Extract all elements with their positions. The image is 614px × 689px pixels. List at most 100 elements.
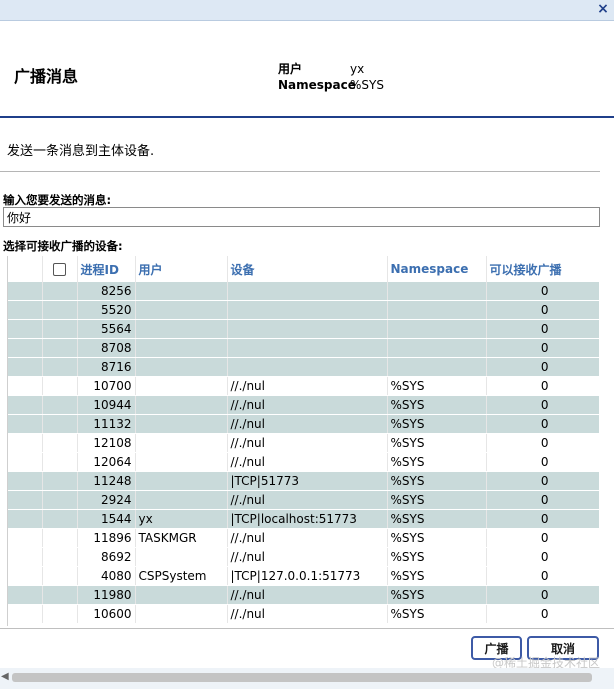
namespace-value: %SYS bbox=[350, 78, 384, 92]
scroll-left-icon[interactable]: ◀ bbox=[1, 671, 9, 682]
device-cell: |TCP|51773 bbox=[227, 471, 388, 491]
table-row[interactable]: 8692 //./nul %SYS 0 bbox=[8, 547, 599, 567]
user-cell bbox=[135, 585, 228, 605]
row-select-cell bbox=[42, 528, 78, 548]
user-cell bbox=[135, 300, 228, 320]
window-titlebar: × bbox=[0, 0, 614, 20]
table-row[interactable]: 12108 //./nul %SYS 0 bbox=[8, 433, 599, 453]
can-receive-cell: 0 bbox=[486, 490, 599, 510]
row-blank-cell bbox=[8, 433, 43, 453]
device-table-container: 进程ID 用户 设备 Namespace 可以接收广播 8256 0 5520 0 55… bbox=[7, 256, 599, 626]
table-row[interactable]: 10944 //./nul %SYS 0 bbox=[8, 395, 599, 415]
column-header-can-receive[interactable]: 可以接收广播 bbox=[486, 256, 599, 282]
table-row[interactable]: 8716 0 bbox=[8, 357, 599, 377]
row-blank-cell bbox=[8, 604, 43, 624]
user-cell bbox=[135, 282, 228, 301]
namespace-cell: %SYS bbox=[387, 528, 487, 548]
row-select-cell bbox=[42, 395, 78, 415]
select-all-checkbox[interactable] bbox=[53, 263, 66, 276]
row-select-cell bbox=[42, 319, 78, 339]
namespace-label: Namespace bbox=[278, 78, 356, 92]
table-row[interactable]: 11896 TASKMGR//./nul %SYS 0 bbox=[8, 528, 599, 548]
header-blank bbox=[8, 256, 43, 282]
column-header-pid[interactable]: 进程ID bbox=[77, 256, 136, 282]
table-row[interactable]: 12064 //./nul %SYS 0 bbox=[8, 452, 599, 472]
device-cell: |TCP|127.0.0.1:51773 bbox=[227, 566, 388, 586]
namespace-cell bbox=[387, 338, 487, 358]
row-blank-cell bbox=[8, 357, 43, 377]
user-cell bbox=[135, 376, 228, 396]
namespace-cell: %SYS bbox=[387, 452, 487, 472]
table-row[interactable]: 4080 CSPSystem |TCP|127.0.0.1:51773 %SYS 0 bbox=[8, 566, 599, 586]
row-select-cell bbox=[42, 490, 78, 510]
table-row[interactable]: 10600 //./nul %SYS 0 bbox=[8, 604, 599, 624]
namespace-cell: %SYS bbox=[387, 509, 487, 529]
column-header-namespace[interactable]: Namespace bbox=[387, 256, 487, 282]
pid-cell: 8716 bbox=[77, 357, 136, 377]
pid-cell: 11248 bbox=[77, 471, 136, 491]
device-cell: |TCP|localhost:51773 bbox=[227, 509, 388, 529]
column-header-user[interactable]: 用户 bbox=[135, 256, 228, 282]
can-receive-cell: 0 bbox=[486, 604, 599, 624]
scrollbar-thumb[interactable] bbox=[12, 673, 592, 682]
row-blank-cell bbox=[8, 566, 43, 586]
row-blank-cell bbox=[8, 282, 43, 301]
namespace-cell: %SYS bbox=[387, 490, 487, 510]
table-row[interactable]: 11980 //./nul %SYS 0 bbox=[8, 585, 599, 605]
row-blank-cell bbox=[8, 414, 43, 434]
device-cell bbox=[227, 282, 388, 301]
horizontal-scrollbar[interactable]: ◀ bbox=[0, 668, 614, 689]
can-receive-cell: 0 bbox=[486, 338, 599, 358]
row-select-cell bbox=[42, 452, 78, 472]
dialog-header: 广播消息 用户 yx Namespace%SYS bbox=[0, 21, 614, 118]
user-label: 用户 bbox=[278, 62, 303, 76]
column-header-device[interactable]: 设备 bbox=[227, 256, 388, 282]
table-row[interactable]: 5520 0 bbox=[8, 300, 599, 320]
pid-cell: 11896 bbox=[77, 528, 136, 548]
namespace-cell: %SYS bbox=[387, 585, 487, 605]
table-row[interactable]: 11248 |TCP|51773 %SYS 0 bbox=[8, 471, 599, 491]
table-row[interactable]: 8708 0 bbox=[8, 338, 599, 358]
device-cell bbox=[227, 319, 388, 339]
device-cell: //./nul bbox=[227, 414, 388, 434]
table-row[interactable]: 5564 0 bbox=[8, 319, 599, 339]
user-cell bbox=[135, 395, 228, 415]
message-input[interactable] bbox=[3, 207, 600, 227]
table-row[interactable]: 1544 yx |TCP|localhost:51773 %SYS 0 bbox=[8, 509, 599, 529]
table-row[interactable]: 10700 //./nul %SYS 0 bbox=[8, 376, 599, 396]
row-blank-cell bbox=[8, 300, 43, 320]
pid-cell: 5520 bbox=[77, 300, 136, 320]
row-blank-cell bbox=[8, 338, 43, 358]
pid-cell: 8692 bbox=[77, 547, 136, 567]
device-cell: //./nul bbox=[227, 395, 388, 415]
table-header-row: 进程ID 用户 设备 Namespace 可以接收广播 bbox=[8, 256, 599, 282]
namespace-cell: %SYS bbox=[387, 604, 487, 624]
can-receive-cell: 0 bbox=[486, 376, 599, 396]
table-row[interactable]: 8256 0 bbox=[8, 282, 599, 301]
namespace-cell: %SYS bbox=[387, 547, 487, 567]
user-cell: yx bbox=[135, 509, 228, 529]
table-row[interactable]: 11132 //./nul %SYS 0 bbox=[8, 414, 599, 434]
device-cell bbox=[227, 338, 388, 358]
can-receive-cell: 0 bbox=[486, 282, 599, 301]
row-blank-cell bbox=[8, 452, 43, 472]
row-select-cell bbox=[42, 509, 78, 529]
can-receive-cell: 0 bbox=[486, 452, 599, 472]
row-blank-cell bbox=[8, 528, 43, 548]
close-icon[interactable]: × bbox=[595, 1, 611, 17]
user-cell: TASKMGR bbox=[135, 528, 228, 548]
can-receive-cell: 0 bbox=[486, 357, 599, 377]
row-blank-cell bbox=[8, 509, 43, 529]
table-row[interactable]: 2924 //./nul %SYS 0 bbox=[8, 490, 599, 510]
device-cell: //./nul bbox=[227, 604, 388, 624]
pid-cell: 11980 bbox=[77, 585, 136, 605]
header-select-all bbox=[42, 256, 78, 282]
namespace-cell bbox=[387, 319, 487, 339]
description-text: 发送一条消息到主体设备. bbox=[7, 144, 155, 159]
device-cell: //./nul bbox=[227, 433, 388, 453]
namespace-cell: %SYS bbox=[387, 471, 487, 491]
can-receive-cell: 0 bbox=[486, 566, 599, 586]
namespace-cell bbox=[387, 357, 487, 377]
row-blank-cell bbox=[8, 395, 43, 415]
row-blank-cell bbox=[8, 319, 43, 339]
